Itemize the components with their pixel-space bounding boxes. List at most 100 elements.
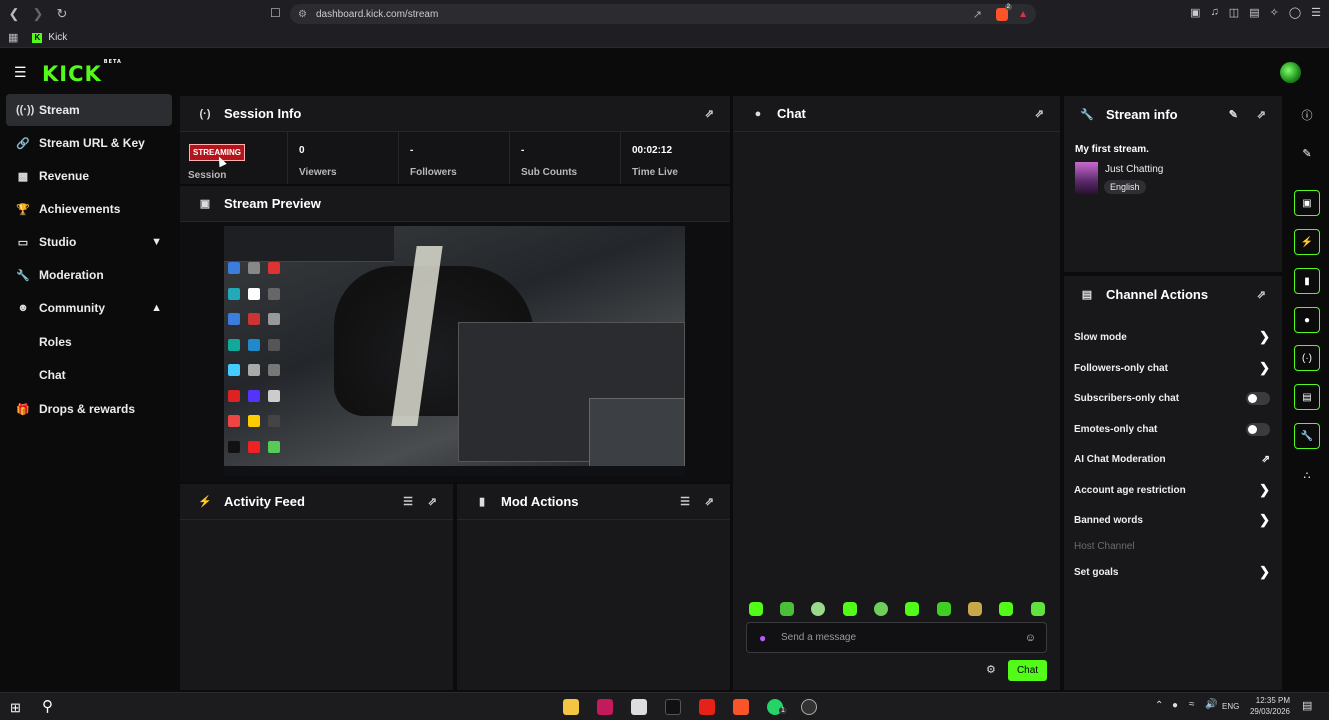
emote-8-icon[interactable] bbox=[968, 602, 982, 616]
rail-broadcast-icon[interactable]: (·) bbox=[1294, 345, 1320, 371]
sidebar-item-stream-url-key[interactable]: 🔗 Stream URL & Key bbox=[6, 127, 172, 159]
emoji-icon[interactable]: ☺ bbox=[1025, 632, 1036, 644]
affinity-icon[interactable] bbox=[597, 699, 613, 715]
popout-icon[interactable]: ⇗ bbox=[428, 495, 437, 508]
tiktok-icon[interactable] bbox=[665, 699, 681, 715]
media-icon[interactable]: ♫ bbox=[1211, 6, 1219, 19]
rail-wrench-icon[interactable]: 🔧 bbox=[1294, 423, 1320, 449]
emote-3-icon[interactable] bbox=[811, 602, 825, 616]
chat-settings-gear-icon[interactable]: ⚙ bbox=[986, 663, 996, 676]
file-explorer-icon[interactable] bbox=[563, 699, 579, 715]
edit-icon[interactable]: ✎ bbox=[1294, 140, 1320, 166]
menu-icon[interactable]: ☰ bbox=[1311, 6, 1321, 19]
chevron-right-icon[interactable]: ❯ bbox=[1259, 512, 1270, 528]
screenshot-icon[interactable]: ▣ bbox=[1190, 6, 1200, 19]
rail-document-icon[interactable]: ▮ bbox=[1294, 268, 1320, 294]
info-icon[interactable]: ⓘ bbox=[1294, 102, 1320, 128]
popout-icon[interactable]: ⇗ bbox=[705, 495, 714, 508]
chevron-down-icon[interactable]: ▼ bbox=[151, 236, 162, 248]
sidebar-item-revenue[interactable]: ▩ Revenue bbox=[6, 160, 172, 192]
vpn-icon[interactable]: ◯ bbox=[1289, 6, 1301, 19]
tray-time[interactable]: 12:35 PM bbox=[1250, 696, 1290, 705]
reload-icon[interactable]: ↻ bbox=[52, 4, 72, 24]
edit-pencil-icon[interactable]: ✎ bbox=[1229, 108, 1238, 121]
slow-mode-row[interactable]: Slow mode ❯ bbox=[1074, 324, 1270, 350]
chat-send-button[interactable]: Chat bbox=[1008, 660, 1047, 681]
emote-9-icon[interactable] bbox=[999, 602, 1013, 616]
account-age-row[interactable]: Account age restriction ❯ bbox=[1074, 477, 1270, 503]
hamburger-menu-icon[interactable]: ☰ bbox=[14, 64, 27, 81]
emote-7-icon[interactable] bbox=[937, 602, 951, 616]
popout-icon[interactable]: ⇗ bbox=[1035, 107, 1044, 120]
popout-icon[interactable]: ⇗ bbox=[705, 107, 714, 120]
sidebar-item-chat[interactable]: Chat bbox=[6, 359, 172, 391]
brave-rewards-icon[interactable]: ▲ bbox=[1018, 9, 1028, 20]
chat-message-input[interactable]: ● Send a message ☺ bbox=[746, 622, 1047, 653]
obs-icon[interactable] bbox=[801, 699, 817, 715]
set-goals-row[interactable]: Set goals ❯ bbox=[1074, 559, 1270, 585]
rail-lightning-icon[interactable]: ⚡ bbox=[1294, 229, 1320, 255]
ai-icon[interactable]: ✧ bbox=[1270, 6, 1279, 19]
notifications-icon[interactable]: ▤ bbox=[1302, 699, 1312, 712]
site-info-icon[interactable]: ⚙ bbox=[298, 9, 307, 20]
sidebar-item-stream[interactable]: ((·)) Stream bbox=[6, 94, 172, 126]
rail-chat-icon[interactable]: ● bbox=[1294, 307, 1320, 333]
sidebar-item-moderation[interactable]: 🔧 Moderation bbox=[6, 259, 172, 291]
rail-list-icon[interactable]: ▤ bbox=[1294, 384, 1320, 410]
brave-icon[interactable] bbox=[733, 699, 749, 715]
youtube-icon[interactable] bbox=[699, 699, 715, 715]
chevron-right-icon[interactable]: ❯ bbox=[1259, 360, 1270, 376]
bookmark-kick[interactable]: K Kick bbox=[32, 32, 67, 43]
chat-panel: ● Chat ⇗ bbox=[733, 96, 1060, 690]
ai-chat-moderation-row[interactable]: AI Chat Moderation ⇗ bbox=[1074, 446, 1270, 472]
sidebar-icon[interactable]: ◫ bbox=[1229, 6, 1239, 19]
address-bar[interactable]: ⚙ dashboard.kick.com/stream ↗ 2 ▲ bbox=[290, 4, 1036, 24]
share-icon[interactable]: ↗ bbox=[973, 8, 982, 21]
tray-date[interactable]: 29/03/2026 bbox=[1247, 707, 1290, 716]
emote-1-icon[interactable] bbox=[749, 602, 763, 616]
sidebar-item-drops-rewards[interactable]: 🎁 Drops & rewards bbox=[6, 393, 172, 425]
microphone-icon[interactable]: ● bbox=[759, 631, 766, 645]
rail-preview-icon[interactable]: ▣ bbox=[1294, 190, 1320, 216]
sidebar-item-roles[interactable]: Roles bbox=[6, 326, 172, 358]
emote-5-icon[interactable] bbox=[874, 602, 888, 616]
emotes-only-toggle[interactable] bbox=[1246, 422, 1270, 436]
chevron-up-icon[interactable]: ▲ bbox=[151, 302, 162, 314]
tray-mic-icon[interactable]: ● bbox=[1172, 700, 1178, 711]
filter-icon[interactable]: ☰ bbox=[403, 495, 413, 508]
user-avatar[interactable] bbox=[1280, 62, 1301, 83]
tray-volume-icon[interactable]: 🔊 bbox=[1205, 699, 1217, 710]
tray-language[interactable]: ENG bbox=[1222, 702, 1239, 711]
kick-logo[interactable]: KICK BETA bbox=[42, 59, 122, 86]
followers-only-row[interactable]: Followers-only chat ❯ bbox=[1074, 355, 1270, 381]
popout-icon[interactable]: ⇗ bbox=[1257, 108, 1266, 121]
tray-wifi-icon[interactable]: ≈ bbox=[1189, 699, 1195, 710]
forward-icon[interactable]: ❯ bbox=[28, 4, 48, 24]
emote-10-icon[interactable] bbox=[1031, 602, 1045, 616]
category-name[interactable]: Just Chatting bbox=[1105, 164, 1163, 175]
banned-words-row[interactable]: Banned words ❯ bbox=[1074, 507, 1270, 533]
filter-icon[interactable]: ☰ bbox=[680, 495, 690, 508]
emote-2-icon[interactable] bbox=[780, 602, 794, 616]
sidebar-item-studio[interactable]: ▭ Studio ▼ bbox=[6, 226, 172, 258]
popout-icon[interactable]: ⇗ bbox=[1257, 288, 1266, 301]
emote-6-icon[interactable] bbox=[905, 602, 919, 616]
taskbar-search-icon[interactable]: ⚲ bbox=[42, 697, 53, 715]
sidebar-item-achievements[interactable]: 🏆 Achievements bbox=[6, 193, 172, 225]
rail-more-icon[interactable]: ∴ bbox=[1294, 462, 1320, 488]
subscribers-only-toggle[interactable] bbox=[1246, 391, 1270, 405]
chevron-right-icon[interactable]: ❯ bbox=[1259, 482, 1270, 498]
bookmark-icon[interactable]: ☐ bbox=[270, 6, 281, 20]
windows-start-icon[interactable]: ⊞ bbox=[10, 700, 21, 716]
external-link-icon[interactable]: ⇗ bbox=[1262, 454, 1270, 465]
back-icon[interactable]: ❮ bbox=[4, 4, 24, 24]
sidebar-item-community[interactable]: ☻ Community ▲ bbox=[6, 292, 172, 324]
wallet-icon[interactable]: ▤ bbox=[1249, 6, 1259, 19]
chevron-right-icon[interactable]: ❯ bbox=[1259, 329, 1270, 345]
emote-4-icon[interactable] bbox=[843, 602, 857, 616]
tray-chevron-up-icon[interactable]: ⌃ bbox=[1155, 700, 1163, 711]
store-icon[interactable] bbox=[631, 699, 647, 715]
apps-grid-icon[interactable]: ▦ bbox=[8, 31, 18, 44]
chevron-right-icon[interactable]: ❯ bbox=[1259, 564, 1270, 580]
stream-preview-video[interactable] bbox=[224, 226, 685, 476]
